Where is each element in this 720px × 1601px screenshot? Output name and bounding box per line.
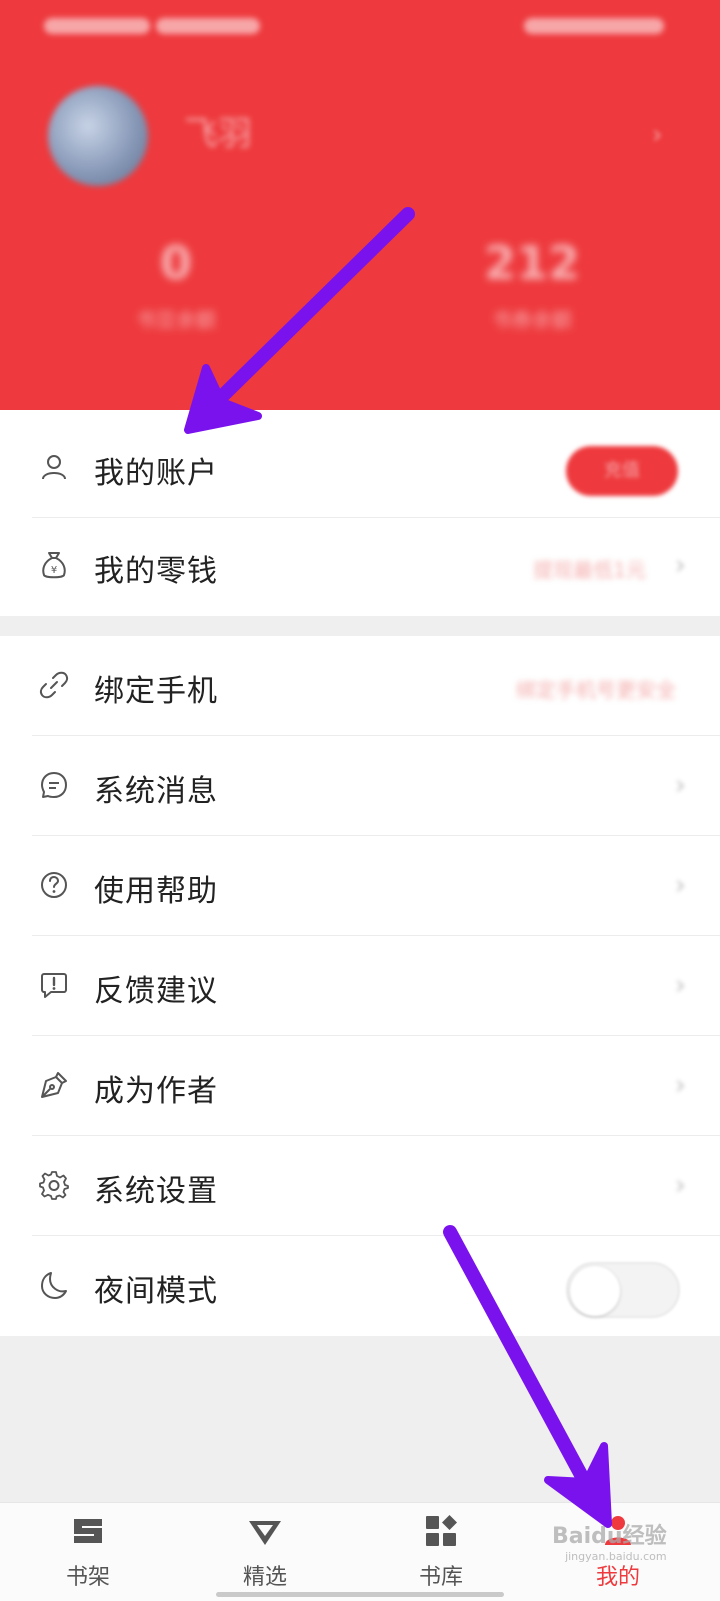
tab-bookshelf[interactable]: 书架	[28, 1503, 148, 1601]
recharge-button[interactable]: 充值	[566, 446, 678, 496]
feedback-icon	[41, 973, 67, 998]
menu-item-become-author[interactable]: 成为作者 ›	[0, 1036, 720, 1136]
home-indicator[interactable]	[216, 1592, 504, 1597]
tab-library[interactable]: 书库	[381, 1503, 501, 1601]
username[interactable]: 飞羽	[184, 106, 252, 155]
menu-item-label: 我的账户	[94, 456, 218, 491]
menu-item-hint: 提现最低1元	[533, 558, 646, 582]
stat-value[interactable]: 0	[76, 236, 276, 290]
chevron-right-icon: ›	[674, 1168, 686, 1201]
menu-item-hint: 绑定手机号更安全	[516, 678, 676, 702]
diamond-icon	[249, 1521, 281, 1545]
pen-icon	[41, 1072, 67, 1098]
link-icon	[39, 671, 69, 699]
menu-item-label: 反馈建议	[94, 974, 218, 1009]
menu-item-label: 系统设置	[94, 1174, 218, 1209]
stat-value[interactable]: 212	[432, 236, 632, 290]
chevron-right-icon: ›	[674, 968, 686, 1001]
avatar[interactable]	[48, 86, 148, 186]
bookshelf-icon	[74, 1519, 102, 1543]
menu-group-settings: 绑定手机 绑定手机号更安全 系统消息 › 使用帮助 › 反馈建议 › 成为作者 …	[0, 636, 720, 1336]
menu-item-label: 系统消息	[94, 774, 218, 809]
help-icon	[41, 872, 67, 898]
chevron-right-icon[interactable]: ›	[652, 120, 662, 150]
moon-icon	[41, 1272, 67, 1299]
message-icon	[41, 772, 67, 798]
chevron-right-icon: ›	[674, 548, 686, 581]
profile-header: 飞羽 › 0 书豆余额 212 书券余额	[0, 0, 720, 410]
money-bag-icon: ¥	[42, 552, 66, 579]
toggle-knob	[570, 1266, 620, 1316]
tab-label: 我的	[595, 1565, 640, 1590]
tab-featured[interactable]: 精选	[205, 1503, 325, 1601]
watermark: Baidu经验 jingyan.baidu.com	[552, 1524, 667, 1563]
menu-item-night-mode[interactable]: 夜间模式	[0, 1236, 720, 1336]
chevron-right-icon: ›	[674, 868, 686, 901]
chevron-right-icon: ›	[674, 768, 686, 801]
stat-label: 书券余额	[492, 308, 572, 332]
menu-item-label: 绑定手机	[94, 674, 218, 709]
stat-label: 书豆余额	[136, 308, 216, 332]
user-icon	[42, 455, 66, 480]
menu-item-bind-phone[interactable]: 绑定手机 绑定手机号更安全	[0, 636, 720, 736]
menu-item-label: 使用帮助	[94, 874, 218, 909]
gear-icon	[39, 1171, 69, 1200]
night-mode-toggle[interactable]	[566, 1262, 680, 1318]
menu-item-system-messages[interactable]: 系统消息 ›	[0, 736, 720, 836]
chevron-right-icon: ›	[674, 1068, 686, 1101]
tab-label: 书架	[65, 1565, 110, 1590]
menu-item-label: 我的零钱	[94, 554, 218, 589]
menu-item-help[interactable]: 使用帮助 ›	[0, 836, 720, 936]
menu-item-my-change[interactable]: ¥ 我的零钱 提现最低1元 ›	[0, 516, 720, 616]
tab-label: 书库	[418, 1565, 463, 1590]
menu-item-my-account[interactable]: 我的账户 充值	[0, 418, 720, 518]
menu-item-label: 夜间模式	[94, 1274, 218, 1309]
menu-group-wallet: 我的账户 充值 ¥ 我的零钱 提现最低1元 ›	[0, 410, 720, 616]
status-bar	[0, 0, 720, 52]
tab-label: 精选	[242, 1565, 287, 1590]
menu-item-label: 成为作者	[94, 1074, 218, 1109]
menu-item-system-settings[interactable]: 系统设置 ›	[0, 1136, 720, 1236]
grid-icon	[426, 1515, 457, 1546]
svg-text:¥: ¥	[51, 565, 57, 576]
menu-item-feedback[interactable]: 反馈建议 ›	[0, 936, 720, 1036]
